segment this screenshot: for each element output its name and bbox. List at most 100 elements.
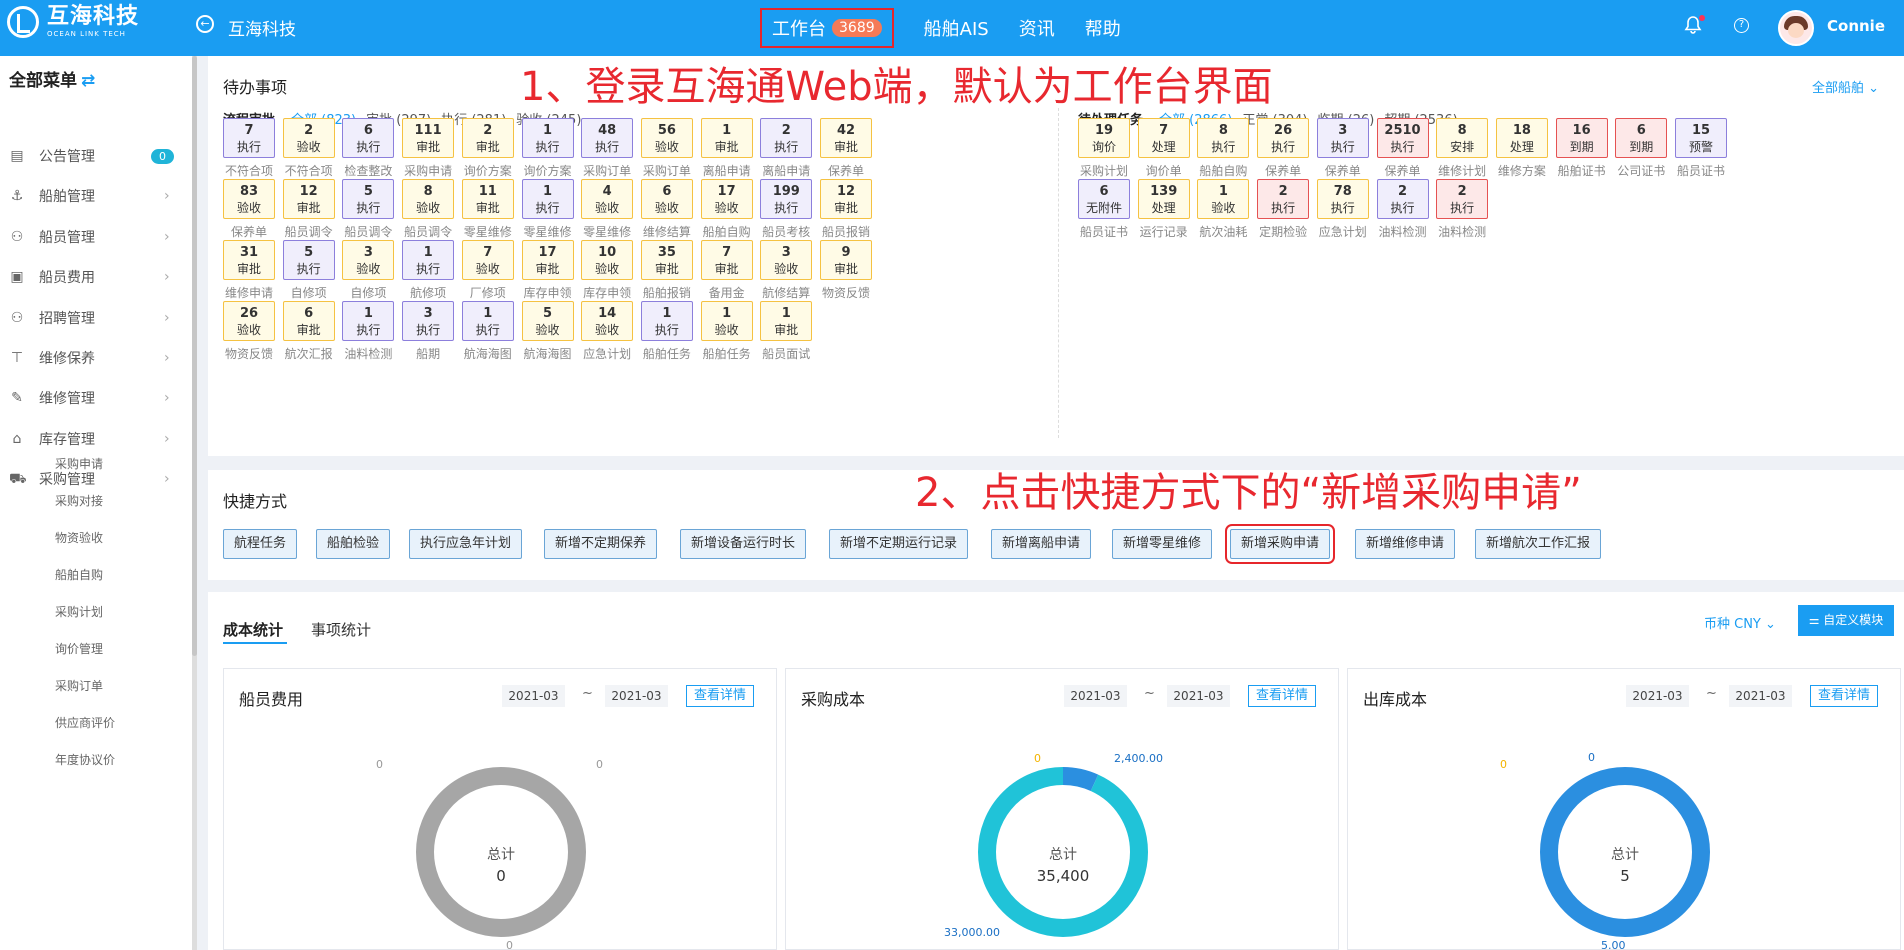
- approval-tile[interactable]: 1 验收: [700, 301, 753, 341]
- approval-tile[interactable]: 7 验收: [461, 240, 514, 280]
- shortcut-button[interactable]: 新增采购申请: [1224, 524, 1336, 564]
- approval-tile[interactable]: 3 验收: [760, 240, 813, 280]
- task-tile[interactable]: 2510 执行: [1376, 118, 1429, 158]
- switch-icon[interactable]: ⇄: [81, 71, 95, 91]
- approval-tile[interactable]: 17 审批: [521, 240, 574, 280]
- approval-tile[interactable]: 2 执行: [760, 118, 813, 158]
- task-tile[interactable]: 2 执行: [1257, 179, 1310, 219]
- task-tile[interactable]: 6 无附件: [1078, 179, 1130, 219]
- sidebar-subitem[interactable]: 采购计划: [55, 603, 103, 620]
- help-icon[interactable]: ?: [1734, 18, 1749, 33]
- task-tile[interactable]: 18 处理: [1495, 118, 1548, 158]
- approval-tile[interactable]: 3 执行: [402, 301, 455, 341]
- approval-tile[interactable]: 1 执行: [342, 301, 395, 341]
- nav-workbench[interactable]: 工作台 3689: [760, 8, 894, 48]
- task-tile[interactable]: 6 到期: [1615, 118, 1668, 158]
- sidebar-subitem[interactable]: 采购对接: [55, 492, 103, 509]
- task-tile[interactable]: 78 执行: [1316, 179, 1369, 219]
- task-tile[interactable]: 139 处理: [1137, 179, 1190, 219]
- nav-help[interactable]: 帮助: [1085, 15, 1121, 41]
- approval-tile[interactable]: 48 执行: [581, 118, 634, 158]
- approval-tile[interactable]: 1 执行: [521, 179, 574, 219]
- approval-tile[interactable]: 12 审批: [820, 179, 872, 219]
- approval-tile[interactable]: 1 审批: [760, 301, 813, 341]
- approval-tile[interactable]: 7 执行: [223, 118, 275, 158]
- approval-tile[interactable]: 12 审批: [282, 179, 335, 219]
- sidebar-subitem[interactable]: 船舶自购: [55, 566, 103, 583]
- approval-tile[interactable]: 5 执行: [342, 179, 395, 219]
- shortcut-button[interactable]: 新增零星维修: [1112, 529, 1213, 559]
- sidebar-item-user[interactable]: ⚇ 船员管理 ›: [0, 215, 196, 259]
- approval-tile[interactable]: 17 验收: [700, 179, 753, 219]
- task-tile[interactable]: 3 执行: [1316, 118, 1369, 158]
- shortcut-button[interactable]: 新增设备运行时长: [680, 529, 807, 559]
- currency-selector[interactable]: 币种 CNY ⌄: [1704, 613, 1776, 632]
- shortcut-button[interactable]: 新增不定期运行记录: [829, 529, 969, 559]
- approval-tile[interactable]: 5 执行: [282, 240, 335, 280]
- nav-ship-ais[interactable]: 船舶AIS: [924, 15, 989, 41]
- sidebar-item-wallet[interactable]: ▣ 船员费用 ›: [0, 255, 196, 299]
- approval-tile[interactable]: 3 验收: [342, 240, 395, 280]
- task-tile[interactable]: 19 询价: [1078, 118, 1130, 158]
- sidebar-subitem[interactable]: 年度协议价: [55, 751, 115, 768]
- approval-tile[interactable]: 1 审批: [700, 118, 753, 158]
- approval-tile[interactable]: 83 验收: [223, 179, 275, 219]
- task-tile[interactable]: 2 执行: [1376, 179, 1429, 219]
- approval-tile[interactable]: 14 验收: [581, 301, 634, 341]
- task-tile[interactable]: 8 执行: [1197, 118, 1250, 158]
- sidebar-subitem[interactable]: 采购订单: [55, 677, 103, 694]
- shortcut-button[interactable]: 新增不定期保养: [544, 529, 658, 559]
- task-tile[interactable]: 8 安排: [1436, 118, 1489, 158]
- approval-tile[interactable]: 6 审批: [282, 301, 335, 341]
- approval-tile[interactable]: 111 审批: [402, 118, 455, 158]
- approval-tile[interactable]: 10 验收: [581, 240, 634, 280]
- approval-tile[interactable]: 31 审批: [223, 240, 275, 280]
- custom-module-button[interactable]: ⚌ 自定义模块: [1798, 605, 1894, 636]
- approval-tile[interactable]: 1 执行: [640, 301, 693, 341]
- approval-tile[interactable]: 6 验收: [640, 179, 693, 219]
- shortcut-button[interactable]: 执行应急年计划: [409, 529, 523, 559]
- approval-tile[interactable]: 7 审批: [700, 240, 753, 280]
- task-tile[interactable]: 2 执行: [1436, 179, 1489, 219]
- approval-tile[interactable]: 2 审批: [461, 118, 514, 158]
- bell-icon[interactable]: [1683, 15, 1705, 35]
- sidebar-subitem[interactable]: 询价管理: [55, 640, 103, 657]
- approval-tile[interactable]: 1 执行: [461, 301, 514, 341]
- approval-tile[interactable]: 1 执行: [402, 240, 455, 280]
- approval-tile[interactable]: 56 验收: [640, 118, 693, 158]
- shortcut-button[interactable]: 新增维修申请: [1355, 529, 1456, 559]
- approval-tile[interactable]: 1 执行: [521, 118, 574, 158]
- approval-tile[interactable]: 199 执行: [760, 179, 813, 219]
- approval-tile[interactable]: 6 执行: [342, 118, 395, 158]
- shortcut-button[interactable]: 船舶检验: [316, 529, 391, 559]
- approval-tile[interactable]: 11 审批: [461, 179, 514, 219]
- approval-tile[interactable]: 4 验收: [581, 179, 634, 219]
- approval-tile[interactable]: 35 审批: [640, 240, 693, 280]
- task-tile[interactable]: 26 执行: [1257, 118, 1310, 158]
- approval-tile[interactable]: 42 审批: [820, 118, 872, 158]
- approval-tile[interactable]: 5 验收: [521, 301, 574, 341]
- sidebar-item-book[interactable]: ▤ 公告管理 0: [0, 134, 196, 178]
- task-tile[interactable]: 1 验收: [1197, 179, 1250, 219]
- nav-news[interactable]: 资讯: [1019, 15, 1055, 41]
- sidebar-subitem[interactable]: 采购申请: [55, 455, 103, 472]
- shortcut-button[interactable]: 新增航次工作汇报: [1475, 529, 1602, 559]
- approval-tile[interactable]: 26 验收: [223, 301, 275, 341]
- company-name[interactable]: 互海科技: [228, 15, 296, 40]
- task-tile[interactable]: 16 到期: [1555, 118, 1608, 158]
- task-tile[interactable]: 7 处理: [1137, 118, 1190, 158]
- sidebar-item-wrench[interactable]: ✎ 维修管理 ›: [0, 376, 196, 420]
- sidebar-subitem[interactable]: 供应商评价: [55, 714, 115, 731]
- shortcut-button[interactable]: 新增离船申请: [991, 529, 1092, 559]
- back-arrow-icon[interactable]: ←: [196, 15, 214, 33]
- tab-cost-stats[interactable]: 成本统计: [223, 619, 283, 640]
- approval-tile[interactable]: 2 验收: [282, 118, 335, 158]
- user-name[interactable]: Connie: [1827, 17, 1885, 35]
- tab-item-stats[interactable]: 事项统计: [311, 619, 371, 640]
- fleet-selector[interactable]: 全部船舶 ⌄: [1812, 77, 1879, 96]
- approval-tile[interactable]: 9 审批: [820, 240, 872, 280]
- logo[interactable]: 互海科技 OCEAN LINK TECH: [7, 6, 139, 38]
- sidebar-item-recruit[interactable]: ⚇ 招聘管理 ›: [0, 296, 196, 340]
- task-tile[interactable]: 15 预警: [1675, 118, 1727, 158]
- avatar[interactable]: [1778, 10, 1814, 46]
